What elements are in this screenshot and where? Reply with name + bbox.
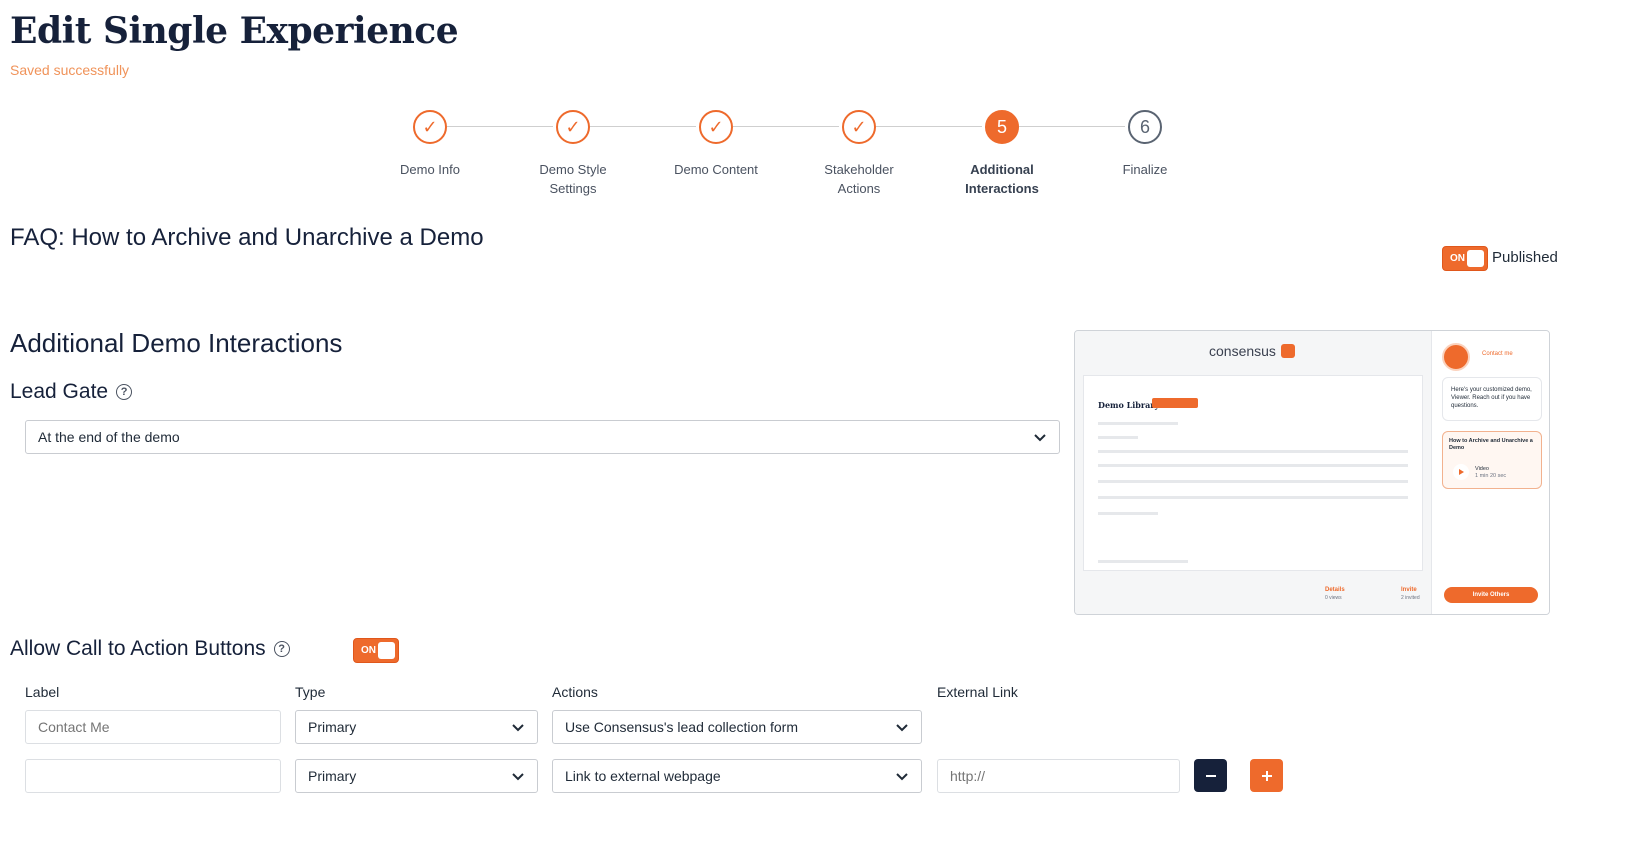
step-demo-info[interactable]: ✓ Demo Info — [370, 110, 490, 179]
toggle-state: ON — [1450, 253, 1465, 264]
chevron-down-icon — [1034, 434, 1046, 442]
lead-gate-select[interactable]: At the end of the demo — [25, 420, 1060, 454]
check-icon: ✓ — [413, 110, 447, 144]
library-title: Demo Library — [1098, 400, 1160, 410]
column-type: Type — [295, 684, 326, 700]
external-link-input[interactable] — [937, 759, 1180, 793]
cta-label-input[interactable] — [25, 759, 281, 793]
action-value: Use Consensus's lead collection form — [565, 719, 799, 735]
details-label: Details — [1325, 587, 1345, 593]
step-number: 6 — [1128, 110, 1162, 144]
check-icon: ✓ — [842, 110, 876, 144]
step-label: Demo Info — [400, 162, 460, 177]
cta-toggle[interactable]: ON — [353, 638, 399, 663]
column-external-link: External Link — [937, 684, 1018, 700]
card-type: Video — [1475, 466, 1489, 472]
step-number: 5 — [985, 110, 1019, 144]
progress-stepper: ✓ Demo Info ✓ Demo Style Settings ✓ Demo… — [380, 110, 1200, 200]
remove-row-button[interactable] — [1194, 759, 1227, 792]
check-icon: ✓ — [699, 110, 733, 144]
card-title: How to Archive and Unarchive a Demo — [1449, 438, 1533, 451]
brand-text: consensus — [1209, 343, 1276, 359]
step-label: Demo Style Settings — [539, 162, 607, 196]
page-title: Edit Single Experience — [10, 10, 459, 52]
cta-label: Allow Call to Action Buttons ? — [10, 637, 290, 661]
chevron-down-icon — [896, 773, 908, 781]
brand-logo-icon — [1280, 344, 1295, 358]
lead-gate-value: At the end of the demo — [38, 429, 180, 445]
published-toggle[interactable]: ON — [1442, 246, 1488, 271]
contact-label: Contact me — [1482, 351, 1513, 357]
plus-icon — [1261, 770, 1272, 781]
cta-label-text: Allow Call to Action Buttons — [10, 637, 266, 660]
type-value: Primary — [308, 719, 357, 735]
published-label: Published — [1492, 249, 1558, 266]
preview-footer: Details 0 views Invite 2 invited — [1075, 577, 1431, 614]
section-title: Additional Demo Interactions — [10, 328, 343, 358]
welcome-message: Here's your customized demo, Viewer. Rea… — [1442, 377, 1542, 421]
step-label: Finalize — [1122, 162, 1168, 177]
cta-label-input[interactable] — [25, 710, 281, 744]
play-icon — [1453, 464, 1469, 480]
column-actions: Actions — [552, 684, 598, 700]
step-label: Stakeholder Actions — [824, 162, 894, 196]
help-icon[interactable]: ? — [116, 384, 133, 400]
minus-icon — [1205, 774, 1216, 777]
avatar — [1442, 343, 1470, 371]
toggle-knob — [378, 642, 395, 659]
invite-others-button: Invite Others — [1444, 587, 1538, 603]
lead-gate-text: Lead Gate — [10, 380, 109, 403]
preview-brand: consensus — [1209, 343, 1295, 359]
preview-sidebar: Contact me Here's your customized demo, … — [1431, 331, 1549, 614]
step-additional-interactions[interactable]: 5 Additional Interactions — [942, 110, 1062, 198]
toggle-knob — [1467, 250, 1484, 267]
type-value: Primary — [308, 768, 357, 784]
step-finalize[interactable]: 6 Finalize — [1085, 110, 1205, 179]
step-stakeholder-actions[interactable]: ✓ Stakeholder Actions — [799, 110, 919, 198]
toggle-state: ON — [361, 645, 376, 656]
step-demo-content[interactable]: ✓ Demo Content — [656, 110, 776, 179]
content-card: How to Archive and Unarchive a Demo Vide… — [1442, 431, 1542, 489]
lead-gate-label: Lead Gate ? — [10, 380, 133, 404]
demo-title: FAQ: How to Archive and Unarchive a Demo — [10, 224, 484, 251]
create-demo-button — [1152, 398, 1198, 408]
check-icon: ✓ — [556, 110, 590, 144]
help-icon[interactable]: ? — [273, 641, 290, 657]
add-row-button[interactable] — [1250, 759, 1283, 792]
chevron-down-icon — [896, 724, 908, 732]
preview-main: consensus Demo Library Details 0 views I… — [1075, 331, 1431, 614]
demo-preview: consensus Demo Library Details 0 views I… — [1074, 330, 1550, 615]
chevron-down-icon — [512, 724, 524, 732]
action-value: Link to external webpage — [565, 768, 721, 784]
preview-screen: Demo Library — [1083, 375, 1423, 571]
save-status: Saved successfully — [10, 62, 130, 78]
invite-sub: 2 invited — [1401, 595, 1420, 601]
step-demo-style-settings[interactable]: ✓ Demo Style Settings — [513, 110, 633, 198]
cta-type-select[interactable]: Primary — [295, 759, 538, 793]
column-label: Label — [25, 684, 60, 700]
chevron-down-icon — [512, 773, 524, 781]
details-sub: 0 views — [1325, 595, 1342, 601]
cta-action-select[interactable]: Use Consensus's lead collection form — [552, 710, 922, 744]
step-label: Additional Interactions — [965, 162, 1039, 196]
invite-label: Invite — [1401, 587, 1417, 593]
step-label: Demo Content — [674, 162, 758, 177]
cta-type-select[interactable]: Primary — [295, 710, 538, 744]
card-duration: 1 min 20 sec — [1475, 473, 1507, 479]
cta-action-select[interactable]: Link to external webpage — [552, 759, 922, 793]
